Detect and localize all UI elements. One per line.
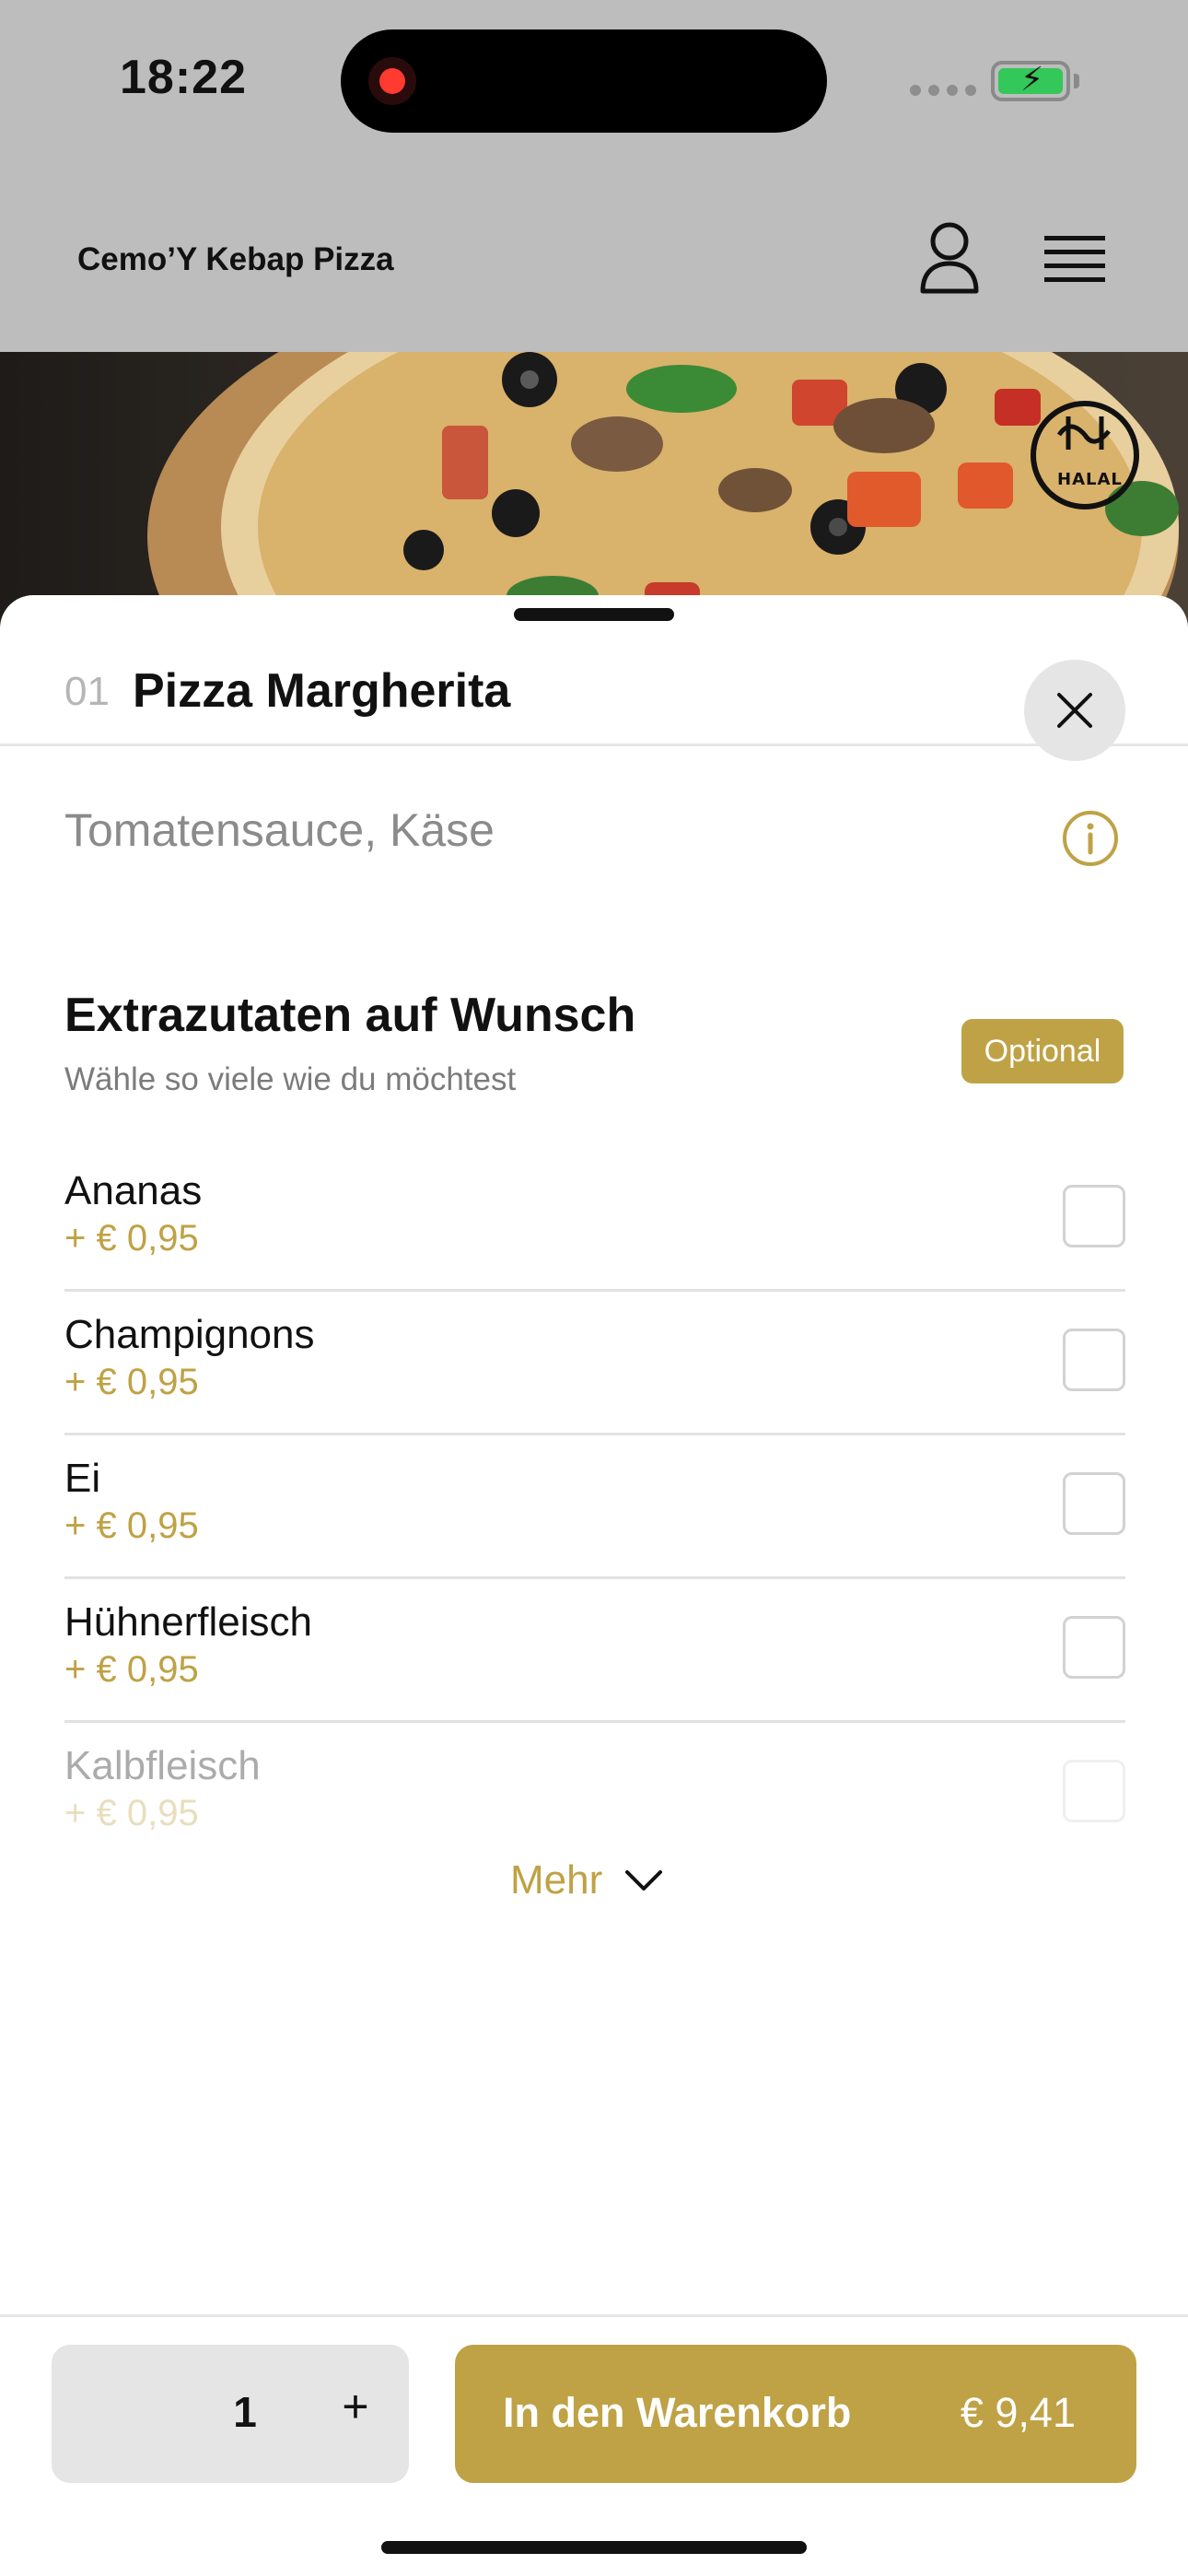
option-checkbox[interactable]: [1063, 1760, 1125, 1822]
sheet-grabber-handle[interactable]: [514, 608, 674, 621]
option-checkbox[interactable]: [1063, 1616, 1125, 1679]
close-icon: [1057, 693, 1092, 728]
extra-option-huehnerfleisch[interactable]: Hühnerfleisch + € 0,95: [64, 1579, 1125, 1723]
home-indicator[interactable]: [381, 2541, 807, 2554]
battery-nub: [1074, 74, 1079, 88]
sheet-title-row: 01 Pizza Margherita: [0, 632, 1188, 761]
app-header: Cemo’Y Kebap Pizza: [0, 166, 1188, 350]
option-checkbox[interactable]: [1063, 1329, 1125, 1391]
extra-option-ananas[interactable]: Ananas + € 0,95: [64, 1148, 1125, 1292]
quantity-stepper: 1 +: [52, 2345, 409, 2483]
info-icon[interactable]: [1061, 809, 1120, 868]
screen: 18:22 ⚡ Cemo’Y Kebap Pizza HALAL 01 Pizz…: [0, 0, 1188, 2576]
option-price: + € 0,95: [64, 1362, 199, 1402]
item-description: Tomatensauce, Käse: [64, 804, 495, 856]
extra-option-kalbfleisch[interactable]: Kalbfleisch + € 0,95: [64, 1723, 1125, 1867]
screen-recording-icon: [368, 57, 416, 105]
extra-option-champignons[interactable]: Champignons + € 0,95: [64, 1292, 1125, 1435]
cellular-signal-icon: [910, 85, 976, 96]
add-to-cart-button[interactable]: In den Warenkorb € 9,41: [455, 2345, 1136, 2483]
option-price: + € 0,95: [64, 1218, 199, 1259]
option-name: Kalbfleisch: [64, 1743, 261, 1788]
status-time: 18:22: [120, 51, 247, 104]
quantity-increase-button[interactable]: +: [328, 2380, 383, 2433]
user-account-icon[interactable]: [917, 221, 982, 295]
chevron-down-icon: [625, 1870, 663, 1891]
quantity-value: 1: [233, 2388, 257, 2436]
extras-options-list: Ananas + € 0,95 Champignons + € 0,95 Ei …: [64, 1148, 1125, 1867]
brand-name[interactable]: Cemo’Y Kebap Pizza: [77, 241, 394, 278]
option-checkbox[interactable]: [1063, 1472, 1125, 1535]
optional-badge: Optional: [961, 1019, 1124, 1083]
order-footer: 1 + In den Warenkorb € 9,41: [0, 2314, 1188, 2576]
dynamic-island: [341, 29, 827, 133]
product-detail-sheet: 01 Pizza Margherita Tomatensauce, Käse E…: [0, 595, 1188, 2576]
item-title: Pizza Margherita: [133, 664, 511, 718]
hamburger-menu-icon[interactable]: [1044, 232, 1105, 287]
option-name: Ananas: [64, 1168, 203, 1213]
extra-option-ei[interactable]: Ei + € 0,95: [64, 1435, 1125, 1579]
extras-section-subtitle: Wähle so viele wie du möchtest: [64, 1061, 517, 1097]
option-name: Champignons: [64, 1312, 315, 1357]
charging-bolt-icon: ⚡: [1020, 60, 1044, 98]
option-name: Hühnerfleisch: [64, 1599, 313, 1645]
battery-icon: ⚡: [991, 61, 1070, 101]
option-checkbox[interactable]: [1063, 1185, 1125, 1247]
option-price: + € 0,95: [64, 1505, 199, 1546]
option-price: + € 0,95: [64, 1649, 199, 1690]
cart-total-price: € 9,41: [960, 2389, 1076, 2436]
option-price: + € 0,95: [64, 1793, 199, 1833]
status-bar: 18:22 ⚡: [0, 0, 1188, 166]
extras-section-title: Extrazutaten auf Wunsch: [64, 989, 636, 1042]
halal-badge-label: HALAL: [1057, 470, 1123, 489]
item-number: 01: [64, 669, 110, 714]
close-button[interactable]: [1024, 660, 1125, 761]
show-more-button[interactable]: Mehr: [510, 1857, 663, 1903]
add-to-cart-label: In den Warenkorb: [503, 2389, 852, 2436]
option-name: Ei: [64, 1456, 101, 1501]
show-more-label: Mehr: [510, 1857, 603, 1903]
